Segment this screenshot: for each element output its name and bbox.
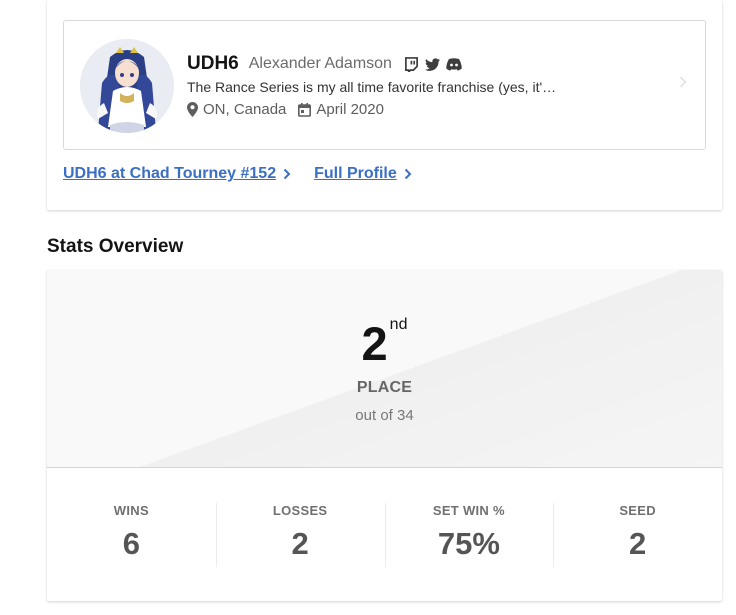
stat-wins: WINS 6	[47, 503, 216, 569]
stat-value: 75%	[437, 526, 500, 561]
full-profile-link-label: Full Profile	[314, 165, 397, 182]
player-profile-card: UDH6 Alexander Adamson The Rance Series	[47, 0, 722, 210]
profile-links: UDH6 at Chad Tourney #152 Full Profile	[63, 165, 412, 183]
placement-number: 2	[361, 317, 388, 370]
entrants-count: out of 34	[355, 407, 414, 424]
stat-losses: LOSSES 2	[215, 503, 385, 569]
joined-item: April 2020	[298, 101, 384, 118]
placement: 2nd	[47, 316, 722, 370]
location-pin-icon	[187, 102, 198, 117]
stats-row: WINS 6 LOSSES 2 SET WIN % 75% SEED 2	[47, 503, 722, 569]
player-bio: The Rance Series is my all time favorite…	[187, 79, 557, 95]
tournament-link-label: UDH6 at Chad Tourney #152	[63, 165, 277, 182]
place-label: PLACE	[356, 379, 413, 396]
player-meta: ON, Canada April 2020	[187, 101, 384, 118]
stat-set-win-percent: SET WIN % 75%	[384, 503, 554, 569]
stat-seed: SEED 2	[553, 503, 722, 569]
location-item: ON, Canada	[187, 101, 286, 118]
stats-overview-card: 2nd PLACE out of 34 WINS 6 LOSSES 2 SET …	[47, 270, 722, 601]
twitter-icon[interactable]	[424, 57, 440, 71]
stat-label: SEED	[619, 503, 656, 518]
full-profile-link[interactable]: Full Profile	[314, 165, 412, 183]
social-links	[398, 56, 462, 72]
stat-value: 6	[122, 526, 140, 561]
tournament-link[interactable]: UDH6 at Chad Tourney #152	[63, 165, 291, 183]
placement-panel: 2nd PLACE out of 34	[47, 270, 722, 468]
stat-label: WINS	[113, 503, 149, 518]
player-summary-box[interactable]: UDH6 Alexander Adamson The Rance Series	[63, 20, 706, 150]
section-title: Stats Overview	[47, 236, 184, 257]
stat-value: 2	[629, 526, 647, 561]
chevron-right-icon	[404, 168, 412, 180]
discord-icon[interactable]	[446, 57, 462, 71]
player-location: ON, Canada	[203, 101, 287, 118]
chevron-right-icon	[283, 168, 291, 180]
twitch-icon[interactable]	[404, 56, 419, 72]
avatar	[80, 39, 174, 133]
player-joined-date: April 2020	[316, 101, 384, 118]
stat-label: LOSSES	[272, 503, 328, 518]
player-name-row: UDH6 Alexander Adamson	[187, 53, 462, 75]
stat-value: 2	[291, 526, 309, 561]
placement-suffix: nd	[389, 316, 408, 333]
player-real-name: Alexander Adamson	[248, 55, 392, 72]
chevron-right-icon	[679, 76, 687, 88]
calendar-icon	[298, 102, 312, 117]
player-tag: UDH6	[187, 53, 239, 74]
stat-label: SET WIN %	[432, 503, 505, 518]
